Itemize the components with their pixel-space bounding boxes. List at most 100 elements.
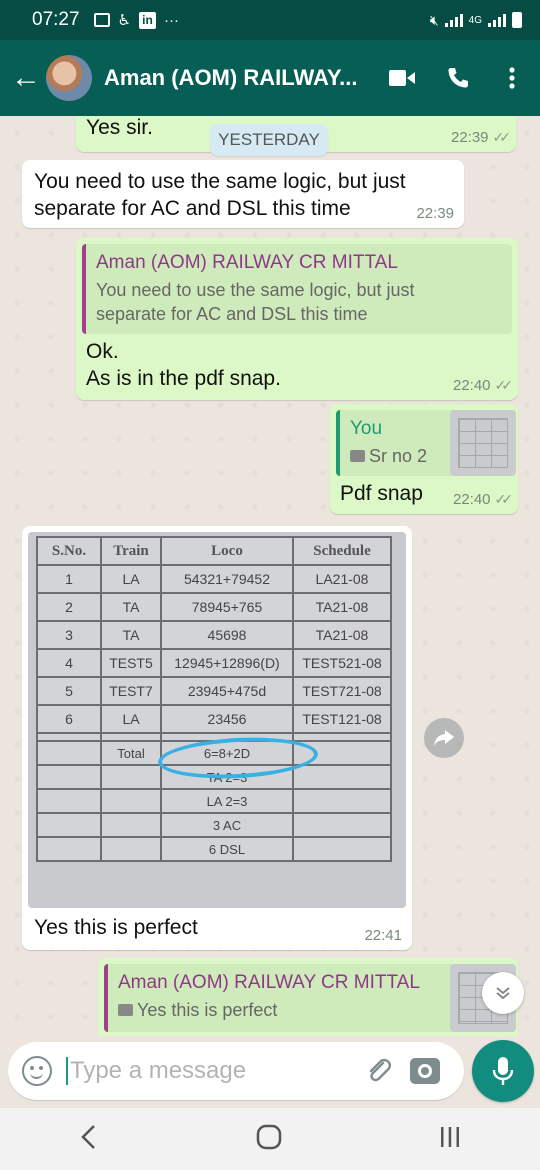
table-cell: 6 (36, 704, 102, 734)
table-cell: 3 (36, 620, 102, 650)
table-cell: TEST721-08 (292, 676, 392, 706)
chat-area[interactable]: Yes sir. 22:39 ✓✓ YESTERDAY You need to u… (0, 116, 540, 1036)
microphone-icon[interactable] (472, 1040, 534, 1102)
table-cell: 4 (36, 648, 102, 678)
overflow-menu-icon[interactable] (492, 58, 532, 98)
table-cell: TA (100, 592, 162, 622)
table-cell: TEST5 (100, 648, 162, 678)
table-cell: 5 (36, 676, 102, 706)
linkedin-icon: in (139, 11, 156, 29)
table-row: 1 LA 54321+79452 LA21-08 (36, 564, 392, 594)
message-time: 22:39 (416, 205, 454, 222)
quoted-message[interactable]: You Sr no 2 (336, 410, 516, 476)
photo-table: S.No. Train Loco Schedule 1 LA 54321+79452… (36, 536, 392, 862)
quoted-author: Aman (AOM) RAILWAY CR MITTAL (118, 972, 420, 993)
table-cell: LA 2=3 (160, 788, 294, 814)
message-text: Ok. (86, 340, 119, 363)
message-text: As is in the pdf snap. (86, 367, 281, 390)
message-text: separate for AC and DSL this time (34, 197, 351, 220)
image-caption: Yes this is perfect (34, 916, 198, 939)
recent-apps-icon[interactable] (439, 1125, 461, 1154)
contact-name[interactable]: Aman (AOM) RAILWAY... (104, 65, 364, 91)
table-cell: 54321+79452 (160, 564, 294, 594)
message-outgoing[interactable]: Aman (AOM) RAILWAY CR MITTAL You need to… (76, 238, 518, 400)
table-cell: TA21-08 (292, 620, 392, 650)
message-text: Pdf snap (340, 482, 423, 505)
phone-icon[interactable] (438, 58, 478, 98)
table-cell: TEST521-08 (292, 648, 392, 678)
message-composer (8, 1042, 464, 1100)
message-time: 22:40 (452, 491, 491, 508)
table-header: Schedule (292, 536, 392, 566)
back-nav-icon[interactable] (79, 1124, 99, 1155)
back-arrow-icon[interactable]: ← (8, 61, 44, 95)
gallery-icon (93, 13, 110, 27)
emoji-icon[interactable] (22, 1056, 52, 1086)
camera-small-icon (350, 450, 365, 462)
mute-icon: 🔇︎ (429, 11, 439, 28)
message-incoming[interactable]: You need to use the same logic, but just… (22, 160, 464, 228)
quoted-text: separate for AC and DSL this time (96, 304, 368, 324)
message-time: 22:41 (364, 927, 402, 944)
date-separator: YESTERDAY (210, 124, 328, 156)
table-cell: 1 (36, 564, 102, 594)
quoted-image-thumbnail (450, 410, 516, 476)
message-text: You need to use the same logic, but just (34, 170, 406, 193)
table-header: S.No. (36, 536, 102, 566)
forward-icon[interactable] (424, 718, 464, 758)
network-type: 4G (468, 14, 482, 26)
table-header: Loco (160, 536, 294, 566)
table-cell: 2 (36, 592, 102, 622)
scroll-down-icon[interactable] (482, 972, 524, 1014)
quoted-author: Aman (AOM) RAILWAY CR MITTAL (96, 252, 398, 273)
quoted-text: Sr no 2 (369, 446, 428, 466)
table-row: 2 TA 78945+765 TA21-08 (36, 592, 392, 622)
avatar[interactable] (46, 55, 92, 101)
camera-icon[interactable] (410, 1058, 440, 1084)
more-notifications-icon: ··· (164, 11, 179, 29)
accessibility-icon: ♿︎ (117, 12, 131, 29)
quoted-author: You (350, 418, 383, 439)
table-row: 3 TA 45698 TA21-08 (36, 620, 392, 650)
home-icon[interactable] (256, 1124, 282, 1155)
table-cell: LA (100, 564, 162, 594)
battery-icon (512, 12, 522, 28)
table-cell: TEST7 (100, 676, 162, 706)
table-cell: 6 DSL (160, 836, 294, 862)
status-time: 07:27 (32, 9, 80, 30)
table-cell: 23945+475d (160, 676, 294, 706)
camera-small-icon (118, 1004, 133, 1016)
attach-icon[interactable] (362, 1054, 396, 1088)
message-time: 22:39 (450, 129, 489, 146)
table-cell: LA21-08 (292, 564, 392, 594)
quoted-text: You need to use the same logic, but just (96, 280, 415, 300)
message-time: 22:40 (452, 377, 491, 394)
table-cell: 12945+12896(D) (160, 648, 294, 678)
quoted-message[interactable]: Aman (AOM) RAILWAY CR MITTAL Yes this is… (104, 964, 516, 1032)
quoted-message[interactable]: Aman (AOM) RAILWAY CR MITTAL You need to… (82, 244, 512, 334)
read-ticks-icon: ✓✓ (494, 377, 514, 393)
chat-header: ← Aman (AOM) RAILWAY... (0, 40, 540, 116)
table-cell: LA (100, 704, 162, 734)
system-nav-bar (0, 1108, 540, 1170)
table-cell: 23456 (160, 704, 294, 734)
message-outgoing[interactable]: You Sr no 2 Pdf snap 22:40 ✓✓ (330, 404, 518, 514)
table-row: 6 LA 23456 TEST121-08 (36, 704, 392, 734)
table-cell: TA (100, 620, 162, 650)
video-call-icon[interactable] (382, 58, 422, 98)
table-row: 4 TEST5 12945+12896(D) TEST521-08 (36, 648, 392, 678)
table-cell: TA21-08 (292, 592, 392, 622)
table-header: Train (100, 536, 162, 566)
signal-icon (444, 13, 463, 27)
message-text: Yes sir. (86, 116, 153, 139)
signal-icon-2 (488, 13, 506, 27)
read-ticks-icon: ✓✓ (492, 129, 512, 145)
message-input[interactable] (66, 1057, 356, 1085)
shared-photo[interactable]: S.No. Train Loco Schedule 1 LA 54321+79452… (28, 532, 406, 908)
read-ticks-icon: ✓✓ (494, 491, 514, 507)
table-cell: 3 AC (160, 812, 294, 838)
quoted-text: Yes this is perfect (137, 1000, 278, 1020)
status-bar: 07:27 ♿︎ in ··· 🔇︎ 4G (0, 0, 540, 40)
message-outgoing[interactable]: Aman (AOM) RAILWAY CR MITTAL Yes this is… (98, 958, 518, 1036)
table-cell: 45698 (160, 620, 294, 650)
